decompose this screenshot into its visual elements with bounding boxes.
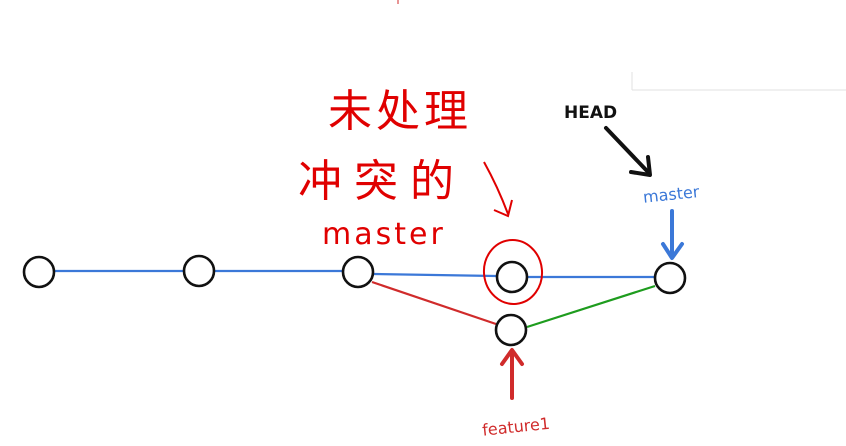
annotation-line-1: 未处理 — [328, 86, 472, 137]
commit-node — [22, 255, 56, 289]
edge-c6-c5 — [526, 284, 656, 329]
annotation-line-3: master — [322, 217, 446, 252]
head-arrow — [604, 126, 650, 174]
commit-node — [495, 260, 529, 294]
master-branch-label: master — [642, 182, 701, 207]
edge-c3-c4 — [373, 272, 497, 278]
annotation-arrow — [483, 161, 509, 215]
feature1-branch-label: feature1 — [481, 414, 551, 440]
commit-node — [182, 254, 216, 288]
git-branch-diagram: HEAD master feature1 未处理 冲突的 master — [22, 0, 846, 440]
edge-c3-c6 — [371, 280, 497, 326]
head-label: HEAD — [564, 103, 617, 123]
commits — [22, 254, 687, 347]
commit-node — [494, 313, 528, 347]
annotation-line-2: 冲突的 — [298, 156, 466, 207]
commit-node — [653, 261, 687, 295]
commit-node — [341, 255, 375, 289]
